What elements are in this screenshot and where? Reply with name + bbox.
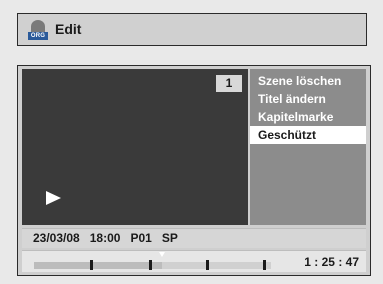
- recording-info: 23/03/08 18:00 P01 SP: [22, 228, 366, 248]
- progress-track: [34, 262, 271, 269]
- osd-screen: ORG Edit 1 Szene löschen Titel ändern Ka…: [0, 0, 383, 284]
- progress-fill: [34, 262, 162, 269]
- header-bar: ORG Edit: [17, 13, 367, 46]
- chapter-mark: [206, 260, 209, 270]
- menu-item-kapitelmarke[interactable]: Kapitelmarke: [250, 108, 366, 126]
- video-preview: 1: [22, 69, 248, 225]
- program-number: P01: [130, 231, 152, 245]
- recording-time: 18:00: [89, 231, 121, 245]
- edit-menu: Szene löschen Titel ändern Kapitelmarke …: [250, 69, 366, 225]
- play-icon: [46, 191, 61, 205]
- header-title: Edit: [55, 21, 82, 37]
- recording-date: 23/03/08: [33, 231, 80, 245]
- chapter-mark: [89, 260, 93, 270]
- position-pointer-icon: [158, 252, 165, 257]
- recording-mode: SP: [161, 231, 178, 245]
- elapsed-time: 1 : 25 : 47: [304, 255, 359, 269]
- org-badge: ORG: [28, 32, 48, 40]
- menu-item-titel-aendern[interactable]: Titel ändern: [250, 90, 366, 108]
- menu-item-geschuetzt[interactable]: Geschützt: [250, 126, 366, 144]
- menu-item-szene-loeschen[interactable]: Szene löschen: [250, 72, 366, 90]
- disc-org-icon: ORG: [28, 20, 48, 40]
- chapter-mark: [262, 260, 266, 270]
- chapter-mark: [149, 260, 153, 270]
- edit-panel: 1 Szene löschen Titel ändern Kapitelmark…: [17, 65, 371, 276]
- progress-row: 1 : 25 : 47: [22, 250, 366, 272]
- scene-number-badge: 1: [216, 75, 242, 92]
